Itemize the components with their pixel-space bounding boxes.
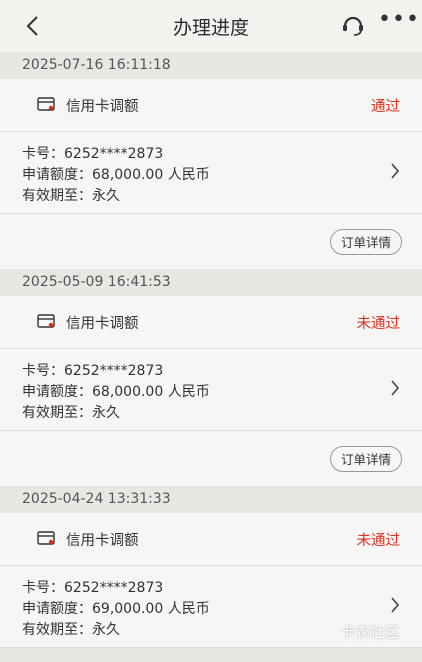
card-number-value: 6252****2873 — [64, 580, 164, 596]
validity-label: 有效期至： — [22, 188, 92, 204]
credit-card-icon — [37, 531, 55, 545]
amount-label: 申请额度： — [22, 167, 92, 183]
card-info[interactable]: 卡号：6252****2873 申请额度：68,000.00 人民币 有效期至：… — [0, 132, 422, 214]
more-icon[interactable]: ••• — [378, 9, 419, 34]
card-footer: 订单详情 — [0, 214, 422, 269]
record-date: 2025-04-24 13:31:33 — [0, 486, 422, 513]
order-detail-button[interactable]: 订单详情 — [329, 446, 402, 472]
card-number-label: 卡号： — [22, 146, 64, 162]
card-number-label: 卡号： — [22, 580, 64, 596]
record-card[interactable]: 信用卡调额 未通过 卡号：6252****2873 申请额度：68,000.00… — [0, 296, 422, 486]
status-badge: 未通过 — [356, 532, 401, 549]
card-number-value: 6252****2873 — [64, 363, 164, 379]
record-type: 信用卡调额 — [66, 532, 139, 549]
watermark: 卡农社区 — [339, 623, 400, 641]
amount-label: 申请额度： — [22, 384, 92, 400]
card-info[interactable]: 卡号：6252****2873 申请额度：68,000.00 人民币 有效期至：… — [0, 349, 422, 431]
validity-label: 有效期至： — [22, 405, 92, 421]
amount-value: 68,000.00 人民币 — [92, 167, 210, 183]
credit-card-icon — [37, 97, 55, 111]
validity-label: 有效期至： — [22, 622, 92, 638]
record-card[interactable]: 信用卡调额 通过 卡号：6252****2873 申请额度：68,000.00 … — [0, 79, 422, 269]
card-header: 信用卡调额 未通过 — [0, 296, 422, 349]
chevron-right-icon[interactable] — [390, 162, 400, 180]
card-header: 信用卡调额 通过 — [0, 79, 422, 132]
page-title: 办理进度 — [172, 16, 249, 39]
headset-icon[interactable] — [340, 12, 366, 38]
record-type: 信用卡调额 — [66, 315, 139, 332]
validity-value: 永久 — [92, 405, 120, 421]
card-header: 信用卡调额 未通过 — [0, 513, 422, 566]
chevron-right-icon[interactable] — [390, 379, 400, 397]
chevron-right-icon[interactable] — [390, 596, 400, 614]
top-nav-bar: 办理进度 ••• — [0, 0, 422, 52]
record-date: 2025-07-16 16:11:18 — [0, 52, 422, 79]
record-date: 2025-05-09 16:41:53 — [0, 269, 422, 296]
back-icon[interactable] — [22, 14, 44, 38]
validity-value: 永久 — [92, 622, 120, 638]
credit-card-icon — [37, 314, 55, 328]
card-number-value: 6252****2873 — [64, 146, 164, 162]
record-type: 信用卡调额 — [66, 98, 139, 115]
order-detail-button[interactable]: 订单详情 — [329, 229, 402, 255]
card-number-label: 卡号： — [22, 363, 64, 379]
validity-value: 永久 — [92, 188, 120, 204]
card-footer: 订单详情 — [0, 431, 422, 486]
status-badge: 未通过 — [356, 315, 401, 332]
amount-value: 68,000.00 人民币 — [92, 384, 210, 400]
amount-label: 申请额度： — [22, 601, 92, 617]
status-badge: 通过 — [371, 98, 400, 115]
amount-value: 69,000.00 人民币 — [92, 601, 210, 617]
